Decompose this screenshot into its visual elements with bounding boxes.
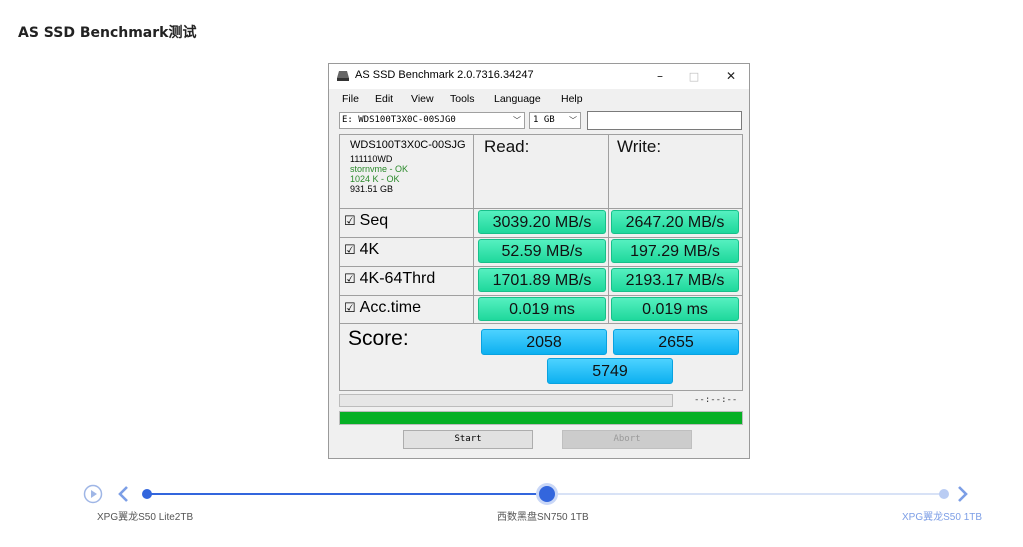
- read-score: 2058: [481, 329, 607, 355]
- menu-tools[interactable]: Tools: [450, 93, 475, 105]
- chevron-left-icon[interactable]: [116, 485, 130, 503]
- menu-bar: File Edit View Tools Language Help: [329, 91, 749, 109]
- menu-view[interactable]: View: [411, 93, 434, 105]
- total-score: 5749: [547, 358, 673, 384]
- timeline-track-active: [147, 493, 547, 495]
- 4k-64thrd-read-result: 1701.89 MB/s: [478, 268, 606, 292]
- write-header: Write:: [617, 137, 662, 156]
- timeline-label[interactable]: XPG翼龙S50 1TB: [902, 508, 982, 523]
- row-label-4k-64thrd[interactable]: ☑ 4K-64Thrd: [344, 270, 435, 288]
- score-label: Score:: [348, 327, 409, 350]
- timeline-label[interactable]: 西数黑盘SN750 1TB: [497, 508, 589, 523]
- drive-icon: [337, 71, 349, 81]
- menu-file[interactable]: File: [342, 93, 359, 105]
- grid-divider: [340, 295, 742, 296]
- close-icon[interactable]: ✕: [714, 64, 748, 89]
- acc-time-read-result: 0.019 ms: [478, 297, 606, 321]
- row-label-text: Seq: [359, 212, 389, 229]
- alignment-status: 1024 K - OK: [350, 174, 400, 184]
- overall-progress-bar: [339, 411, 743, 425]
- grid-divider: [340, 208, 742, 209]
- 4k-write-result: 197.29 MB/s: [611, 239, 739, 263]
- row-label-4k[interactable]: ☑ 4K: [344, 241, 379, 259]
- timeline-node-current[interactable]: [539, 486, 555, 502]
- menu-edit[interactable]: Edit: [375, 93, 393, 105]
- timeline-node[interactable]: [939, 489, 949, 499]
- grid-divider: [340, 323, 742, 324]
- benchmark-window: AS SSD Benchmark 2.0.7316.34247 – □ ✕ Fi…: [328, 63, 750, 459]
- page-title: AS SSD Benchmark测试: [18, 25, 197, 41]
- timeline-node[interactable]: [142, 489, 152, 499]
- drive-select-value: E: WDS100T3X0C-00SJG0: [342, 115, 456, 125]
- menu-help[interactable]: Help: [561, 93, 583, 105]
- test-size-value: 1 GB: [533, 115, 555, 125]
- minimize-icon[interactable]: –: [643, 64, 677, 89]
- window-titlebar[interactable]: AS SSD Benchmark 2.0.7316.34247 – □ ✕: [329, 64, 749, 89]
- test-size-select[interactable]: 1 GB ﹀: [529, 112, 581, 129]
- start-button[interactable]: Start: [403, 430, 533, 449]
- window-title: AS SSD Benchmark 2.0.7316.34247: [355, 69, 534, 81]
- checkbox-icon[interactable]: ☑: [344, 300, 356, 315]
- chevron-down-icon: ﹀: [513, 116, 521, 125]
- row-label-seq[interactable]: ☑ Seq: [344, 212, 388, 230]
- grid-divider: [340, 237, 742, 238]
- timeline-label[interactable]: XPG翼龙S50 Lite2TB: [97, 508, 193, 523]
- chevron-down-icon: ﹀: [569, 116, 577, 125]
- progress-bar-track: [339, 394, 673, 407]
- seq-read-result: 3039.20 MB/s: [478, 210, 606, 234]
- progress-time: --:--:--: [694, 395, 738, 405]
- timeline-track: [547, 493, 945, 495]
- maximize-icon[interactable]: □: [677, 64, 711, 89]
- extra-input[interactable]: [587, 111, 742, 130]
- results-grid: WDS100T3X0C-00SJG 111110WD stornvme - OK…: [339, 134, 743, 391]
- drive-select[interactable]: E: WDS100T3X0C-00SJG0 ﹀: [339, 112, 525, 129]
- row-label-text: 4K: [359, 241, 380, 258]
- checkbox-icon[interactable]: ☑: [344, 271, 356, 286]
- drive-firmware: 111110WD: [350, 154, 393, 164]
- row-label-text: Acc.time: [359, 299, 421, 316]
- drive-model: WDS100T3X0C-00SJG: [350, 139, 466, 151]
- 4k-read-result: 52.59 MB/s: [478, 239, 606, 263]
- grid-divider: [340, 266, 742, 267]
- play-icon[interactable]: [83, 484, 103, 504]
- row-label-acc-time[interactable]: ☑ Acc.time: [344, 299, 421, 317]
- write-score: 2655: [613, 329, 739, 355]
- abort-button[interactable]: Abort: [562, 430, 692, 449]
- drive-capacity: 931.51 GB: [350, 184, 394, 194]
- 4k-64thrd-write-result: 2193.17 MB/s: [611, 268, 739, 292]
- drive-info: WDS100T3X0C-00SJG 111110WD stornvme - OK…: [350, 139, 466, 194]
- read-header: Read:: [484, 137, 530, 156]
- menu-language[interactable]: Language: [494, 93, 541, 105]
- driver-status: stornvme - OK: [350, 164, 409, 174]
- checkbox-icon[interactable]: ☑: [344, 213, 356, 228]
- checkbox-icon[interactable]: ☑: [344, 242, 356, 257]
- row-label-text: 4K-64Thrd: [359, 270, 436, 287]
- seq-write-result: 2647.20 MB/s: [611, 210, 739, 234]
- chevron-right-icon[interactable]: [956, 485, 970, 503]
- acc-time-write-result: 0.019 ms: [611, 297, 739, 321]
